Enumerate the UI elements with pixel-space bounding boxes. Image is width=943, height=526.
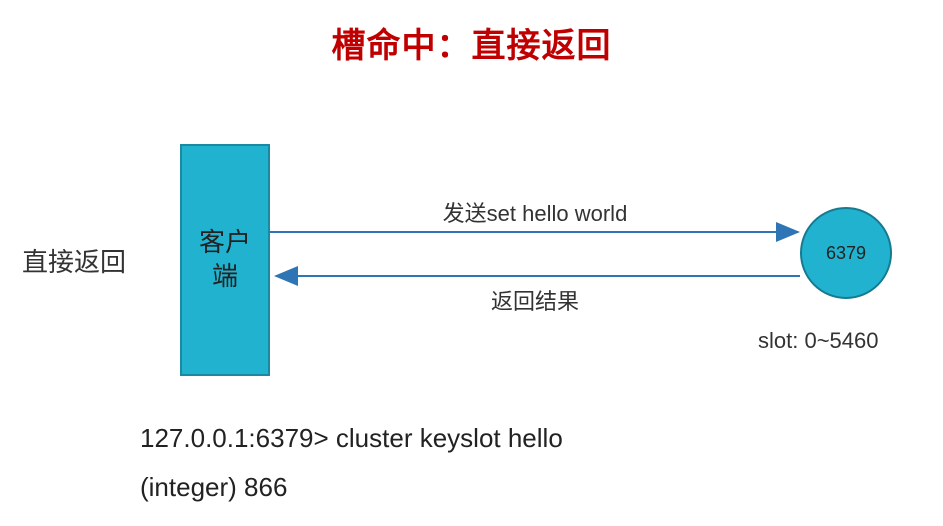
redis-node: 6379 bbox=[800, 207, 892, 299]
arrow-recv-caption: 返回结果 bbox=[270, 284, 800, 316]
client-label: 客户 端 bbox=[199, 226, 251, 294]
client-label-line2: 端 bbox=[212, 261, 238, 291]
terminal-line-2: (integer) 866 bbox=[140, 463, 563, 512]
client-node: 客户 端 bbox=[180, 144, 270, 376]
terminal-line-1: 127.0.0.1:6379> cluster keyslot hello bbox=[140, 414, 563, 463]
arrow-recv bbox=[270, 266, 805, 286]
terminal-output: 127.0.0.1:6379> cluster keyslot hello (i… bbox=[140, 414, 563, 513]
diagram-title: 槽命中：直接返回 bbox=[0, 18, 943, 67]
arrow-send-caption: 发送set hello world bbox=[270, 196, 800, 228]
left-annotation: 直接返回 bbox=[22, 242, 126, 279]
client-label-line1: 客户 bbox=[199, 227, 251, 257]
slot-range-label: slot: 0~5460 bbox=[758, 328, 878, 354]
redis-node-port: 6379 bbox=[826, 243, 866, 264]
